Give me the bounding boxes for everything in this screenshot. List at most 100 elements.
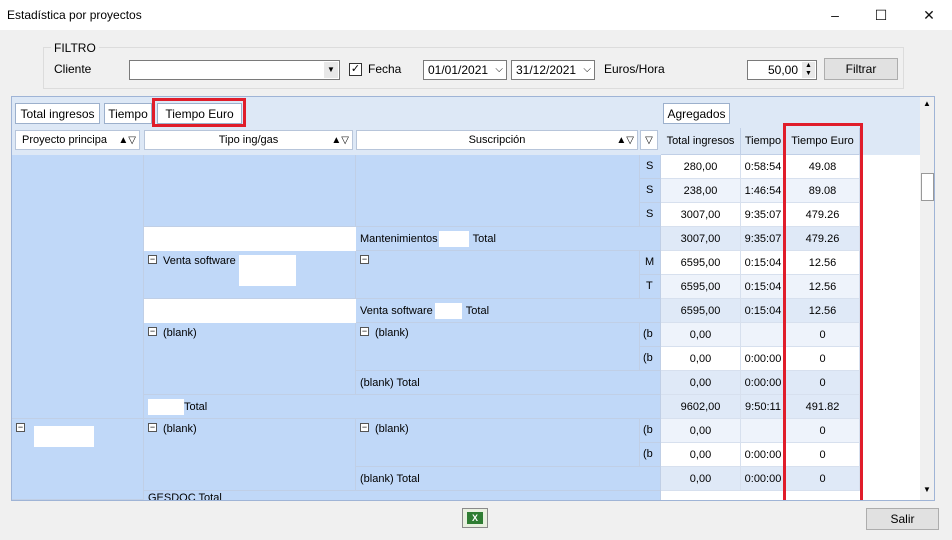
data-cell-ing[interactable]: 0,00	[661, 347, 741, 371]
data-cell-ing[interactable]: 0,00	[661, 323, 741, 347]
data-cell-ing[interactable]: 0,00	[661, 467, 741, 491]
filtrar-button[interactable]: Filtrar	[824, 58, 898, 80]
data-cell-ing[interactable]: 6595,00	[661, 299, 741, 323]
row-header-suscripcion-label: Suscripción	[468, 134, 526, 146]
euros-hora-label: Euros/Hora	[604, 62, 665, 76]
data-cell-tiempo[interactable]: 9:35:07	[741, 203, 786, 227]
data-cell-tiempo[interactable]	[741, 323, 786, 347]
row-blank-total: (blank) Total	[356, 371, 661, 395]
sort-filter-icon[interactable]: ▲▽	[331, 135, 349, 146]
field-tiempo[interactable]: Tiempo	[104, 103, 152, 124]
collapse-icon[interactable]: −	[360, 255, 369, 264]
row-header-proyecto[interactable]: Proyecto principa ▲▽	[15, 130, 140, 150]
date-from-picker[interactable]: 01/01/2021 ⌵	[423, 60, 507, 80]
collapse-icon[interactable]: −	[16, 423, 25, 432]
row-cell-b2: (b	[640, 347, 661, 371]
window-title: Estadística por proyectos	[7, 8, 142, 22]
data-cell-tiempo[interactable]: 0:58:54	[741, 155, 786, 179]
data-cell-tiempo[interactable]: 0:15:04	[741, 251, 786, 275]
row-cell-blank-tipo[interactable]: − (blank)	[144, 323, 356, 395]
data-cell-tiempo[interactable]: 9:50:11	[741, 395, 786, 419]
excel-export-button[interactable]: X	[462, 508, 488, 528]
row-cell-blank-subs[interactable]: − (blank)	[356, 323, 640, 371]
date-to-value: 31/12/2021	[516, 63, 577, 77]
data-cell-ing[interactable]: 3007,00	[661, 203, 741, 227]
title-bar	[0, 0, 952, 30]
chevron-down-icon[interactable]: ⌵	[583, 61, 591, 79]
field-total-ingresos[interactable]: Total ingresos	[15, 103, 100, 124]
row-gesdoc-total: GESDOC Total	[144, 491, 661, 500]
data-cell-ing[interactable]: 6595,00	[661, 275, 741, 299]
data-cell-ing[interactable]: 0,00	[661, 371, 741, 395]
maximize-button[interactable]: ☐	[858, 0, 904, 30]
scroll-down-icon[interactable]: ▼	[923, 485, 931, 494]
total-word: Total	[472, 232, 496, 245]
row-cell-s3: S	[640, 203, 661, 227]
collapse-icon[interactable]: −	[148, 423, 157, 432]
row-cell-b1: (b	[640, 323, 661, 347]
data-cell-ing[interactable]: 6595,00	[661, 251, 741, 275]
row-header-suscripcion[interactable]: Suscripción ▲▽	[356, 130, 638, 150]
close-button[interactable]: ✕	[906, 0, 952, 30]
sort-filter-icon[interactable]: ▲▽	[616, 135, 634, 146]
spinner-arrows-icon[interactable]: ▲ ▼	[802, 62, 815, 78]
data-cell-ing[interactable]: 3007,00	[661, 227, 741, 251]
fecha-label: Fecha	[368, 62, 402, 76]
row-cell-t: T	[640, 275, 661, 299]
data-cell-tiempo[interactable]: 0:00:00	[741, 467, 786, 491]
data-cell-ing[interactable]: 0,00	[661, 419, 741, 443]
data-cell-tiempo[interactable]: 0:00:00	[741, 371, 786, 395]
highlight-frame	[152, 98, 246, 127]
row-venta-software-total: Venta software Total	[356, 299, 661, 323]
collapse-icon[interactable]: −	[360, 327, 369, 336]
row-header-proyecto-label: Proyecto principa	[22, 134, 107, 146]
row-cell-m: M	[640, 251, 661, 275]
euros-hora-input[interactable]: 50,00 ▲ ▼	[747, 60, 817, 80]
data-cell-ing[interactable]: 0,00	[661, 443, 741, 467]
data-cell-tiempo[interactable]: 9:35:07	[741, 227, 786, 251]
data-cell-ing[interactable]: 238,00	[661, 179, 741, 203]
filter-funnel-icon[interactable]: ▽	[640, 130, 658, 150]
date-from-value: 01/01/2021	[428, 63, 489, 77]
agregados-button[interactable]: Agregados	[663, 103, 730, 124]
row-grand-total: Total	[144, 395, 661, 419]
col-header-tiempo[interactable]: Tiempo	[741, 128, 786, 155]
col-header-total-ingresos[interactable]: Total ingresos	[661, 128, 741, 155]
sort-filter-icon[interactable]: ▲▽	[118, 135, 136, 146]
chevron-down-icon[interactable]: ▼	[324, 62, 338, 78]
blank-label: (blank)	[375, 327, 409, 339]
euros-hora-value: 50,00	[767, 63, 798, 77]
venta-software-label: Venta software	[163, 255, 236, 267]
fecha-checkbox[interactable]: ✓	[349, 63, 362, 76]
salir-button[interactable]: Salir	[866, 508, 939, 530]
collapse-icon[interactable]: −	[148, 327, 157, 336]
data-cell-tiempo[interactable]	[741, 419, 786, 443]
pivot-grid: Total ingresos Tiempo Tiempo Euro Agrega…	[11, 96, 935, 501]
row-mantenimientos-total: Mantenimientos Total	[356, 227, 661, 251]
blank-label: (blank)	[163, 327, 197, 339]
data-cell-tiempo[interactable]: 0:00:00	[741, 443, 786, 467]
chevron-down-icon[interactable]: ⌵	[495, 61, 503, 79]
data-cell-ing[interactable]: 9602,00	[661, 395, 741, 419]
date-to-picker[interactable]: 31/12/2021 ⌵	[511, 60, 595, 80]
vertical-scrollbar[interactable]: ▲ ▼	[920, 97, 934, 500]
data-cell-tiempo[interactable]: 0:00:00	[741, 347, 786, 371]
row-cell-b4: (b	[640, 443, 661, 467]
row-header-tipo[interactable]: Tipo ing/gas ▲▽	[144, 130, 353, 150]
data-cell-ing[interactable]: 280,00	[661, 155, 741, 179]
row-cell-venta-subs[interactable]: −	[356, 251, 640, 299]
minimize-button[interactable]: –	[812, 0, 858, 30]
scroll-thumb[interactable]	[921, 173, 934, 201]
collapse-icon[interactable]: −	[148, 255, 157, 264]
row-cell-blank-tipo-2[interactable]: − (blank)	[144, 419, 356, 491]
scroll-up-icon[interactable]: ▲	[923, 99, 931, 108]
row-cell-blank-subs-2[interactable]: − (blank)	[356, 419, 640, 467]
cliente-combobox[interactable]: ▼	[129, 60, 340, 80]
collapse-icon[interactable]: −	[360, 423, 369, 432]
data-cell-tiempo[interactable]: 0:15:04	[741, 275, 786, 299]
row-cell-mantenimientos	[144, 155, 356, 227]
row-cell-mant-subs	[356, 155, 640, 227]
data-cell-tiempo[interactable]: 1:46:54	[741, 179, 786, 203]
redacted-box	[239, 255, 296, 286]
data-cell-tiempo[interactable]: 0:15:04	[741, 299, 786, 323]
